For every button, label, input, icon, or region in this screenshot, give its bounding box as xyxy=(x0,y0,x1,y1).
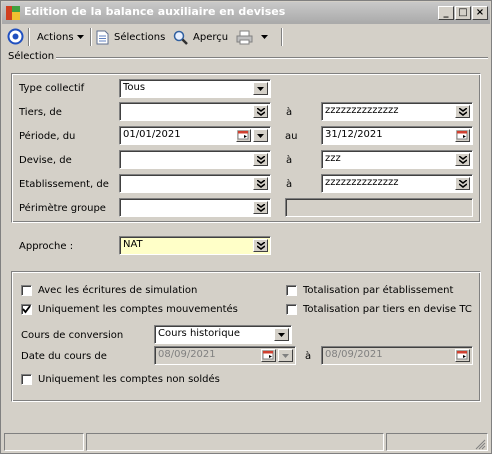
etablissement-label: Etablissement, de xyxy=(19,179,109,190)
toolbar: Actions Sélections Aperçu xyxy=(2,25,490,49)
tot-tiers-label: Totalisation par tiers en devise TC xyxy=(303,304,472,315)
calendar-icon[interactable] xyxy=(455,129,470,142)
tot-tiers-checkbox[interactable] xyxy=(286,304,297,315)
printer-icon xyxy=(236,30,253,44)
actions-label: Actions xyxy=(37,31,74,43)
type-collectif-value: Tous xyxy=(123,82,146,93)
etablissement-from-field[interactable] xyxy=(119,174,271,193)
apercu-label: Aperçu xyxy=(193,31,229,43)
maximize-button[interactable]: □ xyxy=(455,6,471,20)
date-to-value: 08/09/2021 xyxy=(325,349,383,360)
calendar-icon xyxy=(261,349,276,362)
selections-label: Sélections xyxy=(114,31,166,43)
status-panel xyxy=(86,433,384,451)
double-chevron-icon[interactable] xyxy=(253,201,268,214)
approche-label: Approche : xyxy=(19,241,74,252)
double-chevron-icon[interactable] xyxy=(455,105,470,118)
periode-from-value: 01/01/2021 xyxy=(123,129,181,140)
tiers-to-value: zzzzzzzzzzzzzz xyxy=(325,105,399,116)
date-to-field: 08/09/2021 xyxy=(321,346,473,365)
periode-sep: au xyxy=(285,131,298,142)
double-chevron-icon[interactable] xyxy=(455,177,470,190)
tiers-to-field[interactable]: zzzzzzzzzzzzzz xyxy=(321,102,473,121)
periode-from-field[interactable]: 01/01/2021 xyxy=(119,126,271,145)
status-bar xyxy=(4,433,488,451)
minimize-button[interactable]: _ xyxy=(438,6,454,20)
close-button[interactable]: × xyxy=(472,6,488,20)
status-panel xyxy=(4,433,84,451)
perimetre-field[interactable] xyxy=(119,198,271,217)
toolbar-separator xyxy=(281,28,283,46)
cours-select[interactable]: Cours historique xyxy=(154,325,292,344)
toolbar-separator xyxy=(90,28,92,46)
selections-button[interactable]: Sélections xyxy=(96,29,165,45)
date-from-value: 08/09/2021 xyxy=(158,349,216,360)
actions-menu[interactable]: Actions xyxy=(37,29,84,45)
devise-to-value: zzz xyxy=(325,153,341,164)
periode-to-field[interactable]: 31/12/2021 xyxy=(321,126,473,145)
approche-value: NAT xyxy=(123,239,143,250)
mouvementes-checkbox[interactable] xyxy=(21,304,32,315)
apercu-button[interactable]: Aperçu xyxy=(173,29,228,45)
cours-label: Cours de conversion xyxy=(21,330,124,341)
date-from-field: 08/09/2021 xyxy=(154,346,296,365)
mouvementes-label: Uniquement les comptes mouvementés xyxy=(38,304,238,315)
devise-label: Devise, de xyxy=(19,155,72,166)
periode-label: Période, du xyxy=(19,131,76,142)
print-button[interactable] xyxy=(236,29,268,45)
double-chevron-icon[interactable] xyxy=(455,153,470,166)
dropdown-arrow-icon[interactable] xyxy=(253,82,268,95)
cours-value: Cours historique xyxy=(158,328,241,339)
approche-field[interactable]: NAT xyxy=(119,236,271,255)
tot-etab-checkbox[interactable] xyxy=(286,285,297,296)
non-soldes-label: Uniquement les comptes non soldés xyxy=(38,374,220,385)
double-chevron-icon[interactable] xyxy=(253,177,268,190)
devise-from-field[interactable] xyxy=(119,150,271,169)
calendar-icon[interactable] xyxy=(236,129,251,142)
document-icon xyxy=(96,30,109,44)
window-title: Edition de la balance auxiliaire en devi… xyxy=(24,5,286,18)
section-label: Sélection xyxy=(8,51,55,62)
perimetre-label: Périmètre groupe xyxy=(19,203,106,214)
etablissement-to-value: zzzzzzzzzzzzzz xyxy=(325,177,399,188)
dropdown-arrow-icon xyxy=(278,349,293,362)
date-cours-label: Date du cours de xyxy=(21,351,107,362)
type-collectif-label: Type collectif xyxy=(19,83,85,94)
perimetre-extra-field xyxy=(285,198,473,217)
etablissement-sep: à xyxy=(286,179,293,190)
chevron-down-icon xyxy=(76,35,84,39)
double-chevron-icon[interactable] xyxy=(253,105,268,118)
checkmark-icon xyxy=(22,305,31,314)
chevron-down-icon xyxy=(261,35,268,39)
app-icon xyxy=(6,6,20,20)
tiers-label: Tiers, de xyxy=(19,107,62,118)
double-chevron-icon[interactable] xyxy=(253,239,268,252)
toolbar-separator xyxy=(28,28,30,46)
target-icon[interactable] xyxy=(7,28,24,45)
dropdown-arrow-icon[interactable] xyxy=(274,328,289,341)
tiers-from-field[interactable] xyxy=(119,102,271,121)
title-bar: Edition de la balance auxiliaire en devi… xyxy=(2,2,490,24)
dropdown-arrow-icon[interactable] xyxy=(253,129,268,142)
date-sep: à xyxy=(305,351,312,362)
non-soldes-checkbox[interactable] xyxy=(21,374,32,385)
status-panel xyxy=(386,433,488,451)
window: Edition de la balance auxiliaire en devi… xyxy=(0,0,492,454)
calendar-icon xyxy=(455,349,470,362)
double-chevron-icon[interactable] xyxy=(253,153,268,166)
tot-etab-label: Totalisation par établissement xyxy=(303,285,454,296)
etablissement-to-field[interactable]: zzzzzzzzzzzzzz xyxy=(321,174,473,193)
type-collectif-select[interactable]: Tous xyxy=(119,79,271,98)
resize-grip-icon[interactable] xyxy=(475,439,486,450)
tiers-sep: à xyxy=(286,107,293,118)
simulation-checkbox[interactable] xyxy=(21,285,32,296)
magnifier-icon xyxy=(173,30,188,45)
devise-sep: à xyxy=(286,155,293,166)
devise-to-field[interactable]: zzz xyxy=(321,150,473,169)
periode-to-value: 31/12/2021 xyxy=(325,129,383,140)
simulation-label: Avec les écritures de simulation xyxy=(38,285,198,296)
section-divider xyxy=(56,57,488,59)
